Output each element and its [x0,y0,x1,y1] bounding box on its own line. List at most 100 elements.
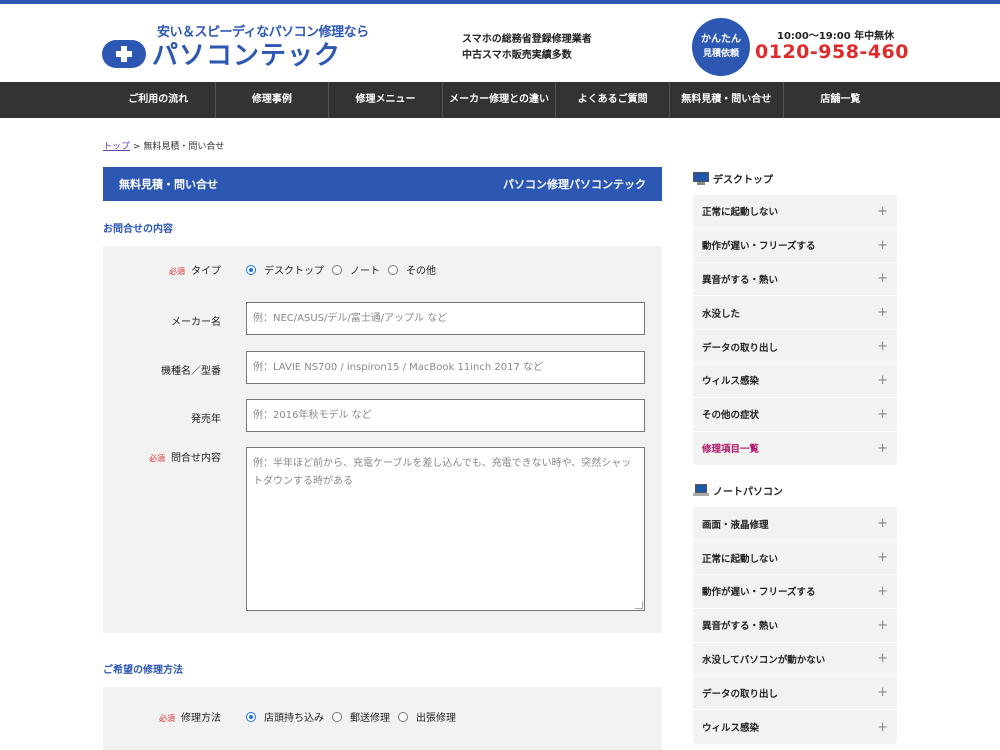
desktop-menu-item[interactable]: 正常に起動しない + [693,195,897,229]
plus-icon: + [877,271,888,287]
required-badge: 必須 [169,267,185,276]
type-option-other[interactable]: その他 [406,262,436,277]
maker-label: メーカー名 [171,317,221,328]
desktop-menu-item[interactable]: その他の症状 + [693,398,897,432]
content-label: 必須 問合せ内容 [149,453,221,464]
notebook-menu-item[interactable]: ウィルス感染 + [693,710,897,744]
method-option-store[interactable]: 店頭持ち込み [264,709,324,724]
nav-item-stores[interactable]: 店舗一覧 [784,82,898,118]
type-option-notebook[interactable]: ノート [350,262,380,277]
plus-icon: + [877,372,888,388]
model-input[interactable]: 例：LAVIE NS700 / inspiron15 / MacBook 11i… [246,351,645,384]
plus-icon: + [877,305,888,321]
breadcrumb-current: 無料見積・問い合せ [143,142,225,152]
header-credentials: スマホの総務省登録修理業者 中古スマホ販売実績多数 [462,32,592,64]
nav-item-cases[interactable]: 修理事例 [216,82,330,118]
notebook-menu-item[interactable]: 画面・液晶修理 + [693,507,897,542]
type-radio-notebook[interactable] [332,264,342,275]
desktop-pc-icon [693,171,709,185]
required-badge: 必須 [149,454,165,463]
main-content: 無料見積・問い合せ パソコン修理パソコンテック お問合せの内容 必須 タイプ デス… [103,167,662,750]
method-radio-onsite[interactable] [398,711,408,722]
type-radio-group: デスクトップ ノート その他 [246,262,444,277]
site-logo[interactable]: パソコンテック [102,35,341,72]
nav-item-menu[interactable]: 修理メニュー [329,82,443,118]
repair-method-form: 必須 修理方法 店頭持ち込み 郵送修理 出張修理 [103,687,662,750]
notebook-menu-item[interactable]: 正常に起動しない + [693,541,897,575]
notebook-menu-item[interactable]: データの取り出し + [693,676,897,711]
plus-icon: + [877,440,888,456]
method-option-onsite[interactable]: 出張修理 [416,709,456,724]
content-row: 必須 問合せ内容 例：半年ほど前から、充電ケーブルを差し込んでも、充電できない時や… [103,447,662,617]
breadcrumb: トップ > 無料見積・問い合せ [103,139,224,152]
desktop-menu-item[interactable]: 水没した + [693,296,897,331]
type-option-desktop[interactable]: デスクトップ [264,262,324,277]
content-textarea[interactable]: 例：半年ほど前から、充電ケーブルを差し込んでも、充電できない時や、突然シャットダ… [246,447,645,611]
method-radio-group: 店頭持ち込み 郵送修理 出張修理 [246,709,464,724]
desktop-menu-item[interactable]: 異音がする・熱い + [693,263,897,297]
inquiry-form: 必須 タイプ デスクトップ ノート その他 メーカー名 例：NEC/ASUS/デル… [103,246,662,633]
estimate-line-2: 見積依頼 [702,49,739,59]
model-label: 機種名／型番 [161,366,221,377]
release-row: 発売年 例：2016年秋モデル など [103,399,662,447]
desktop-menu-item-all[interactable]: 修理項目一覧 + [693,432,897,466]
section-title: 無料見積・問い合せ [119,178,218,191]
plus-icon: + [877,583,888,599]
breadcrumb-home-link[interactable]: トップ [103,142,130,152]
desktop-section-title: デスクトップ [693,167,897,189]
plus-icon: + [877,339,888,355]
type-radio-desktop[interactable] [246,264,256,275]
plus-icon: + [877,203,888,219]
nav-item-difference[interactable]: メーカー修理との違い [443,82,557,118]
notebook-menu-item[interactable]: 水没してパソコンが動かない + [693,643,897,677]
plus-icon: + [877,516,888,532]
plus-icon: + [877,550,888,566]
repair-method-section-title: ご希望の修理方法 [103,665,183,676]
model-row: 機種名／型番 例：LAVIE NS700 / inspiron15 / MacB… [103,351,662,399]
method-radio-mail[interactable] [332,711,342,722]
credential-line-1: スマホの総務省登録修理業者 [462,34,592,45]
inquiry-section-title: お問合せの内容 [103,224,173,235]
maker-input[interactable]: 例：NEC/ASUS/デル/富士通/アップル など [246,302,645,335]
plus-icon: + [877,685,888,701]
type-row: 必須 タイプ デスクトップ ノート その他 [103,262,662,302]
method-row: 必須 修理方法 店頭持ち込み 郵送修理 出張修理 [103,703,662,733]
release-input[interactable]: 例：2016年秋モデル など [246,399,645,432]
business-hours: 10:00～19:00 年中無休 [777,31,895,42]
section-brand: パソコン修理パソコンテック [503,178,646,191]
laptop-icon [693,483,709,497]
notebook-menu: 画面・液晶修理 + 正常に起動しない + 動作が遅い・フリーズする + 異音がする・熱… [693,507,897,744]
nav-item-faq[interactable]: よくあるご質問 [556,82,670,118]
type-label: 必須 タイプ [169,266,221,277]
logo-plus-icon [102,39,146,68]
plus-icon: + [877,237,888,253]
plus-icon: + [877,406,888,422]
plus-icon: + [877,719,888,735]
nav-item-flow[interactable]: ご利用の流れ [102,82,216,118]
logo-text: パソコンテック [152,41,342,71]
method-radio-store[interactable] [246,711,256,722]
notebook-menu-item[interactable]: 異音がする・熱い + [693,609,897,643]
desktop-menu-item[interactable]: 動作が遅い・フリーズする + [693,229,897,263]
quick-estimate-button[interactable]: かんたん 見積依頼 [692,18,750,76]
breadcrumb-separator: > [132,142,141,152]
required-badge: 必須 [159,714,175,723]
nav-item-estimate[interactable]: 無料見積・問い合せ [670,82,784,118]
phone-number-link[interactable]: 0120-958-460 [755,41,909,63]
plus-icon: + [877,617,888,633]
desktop-menu: 正常に起動しない + 動作が遅い・フリーズする + 異音がする・熱い + 水没した + … [693,195,897,466]
plus-icon: + [877,651,888,667]
notebook-section-title: ノートパソコン [693,479,897,501]
desktop-menu-item[interactable]: ウィルス感染 + [693,364,897,398]
section-header: 無料見積・問い合せ パソコン修理パソコンテック [103,167,662,201]
credential-line-2: 中古スマホ販売実績多数 [462,50,572,61]
method-label: 必須 修理方法 [159,713,221,724]
global-nav: ご利用の流れ 修理事例 修理メニュー メーカー修理との違い よくあるご質問 無料… [0,82,1000,118]
method-option-mail[interactable]: 郵送修理 [350,709,390,724]
desktop-menu-item[interactable]: データの取り出し + [693,330,897,364]
site-header: 安い＆スピーディなパソコン修理なら パソコンテック スマホの総務省登録修理業者 … [0,4,1000,82]
notebook-menu-item[interactable]: 動作が遅い・フリーズする + [693,575,897,609]
type-radio-other[interactable] [388,264,398,275]
sidebar: デスクトップ 正常に起動しない + 動作が遅い・フリーズする + 異音がする・熱い +… [693,167,897,744]
release-label: 発売年 [191,414,221,425]
